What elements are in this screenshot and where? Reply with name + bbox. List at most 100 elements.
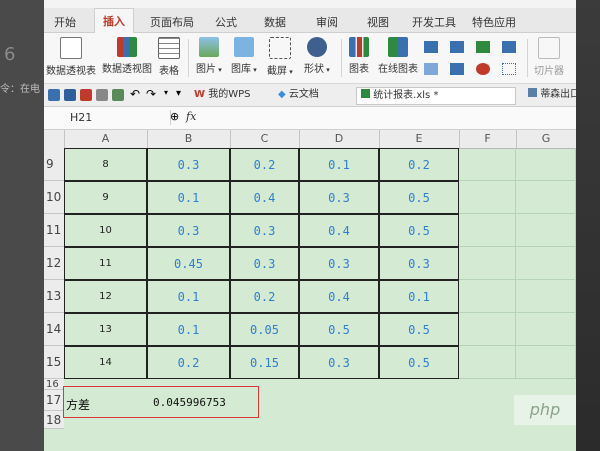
customize-dropdown-icon[interactable]: ▾	[164, 88, 168, 97]
table-cell-d[interactable]: 0.3	[299, 247, 379, 280]
pie-chart-icon[interactable]	[476, 63, 490, 75]
chart-button[interactable]: 图表	[349, 37, 369, 75]
table-cell-f[interactable]	[459, 181, 516, 214]
tab-special[interactable]: 特色应用	[472, 14, 516, 30]
table-cell-d[interactable]: 0.5	[299, 313, 379, 346]
tab-formulas[interactable]: 公式	[215, 14, 237, 30]
variance-label[interactable]: 方差	[66, 396, 90, 413]
table-cell-a[interactable]: 14	[64, 346, 147, 379]
scatter-chart-icon[interactable]	[502, 63, 516, 75]
table-cell-c[interactable]: 0.05	[230, 313, 299, 346]
column-header-a[interactable]: A	[64, 130, 148, 148]
table-cell-d[interactable]: 0.3	[299, 346, 379, 379]
doc-tab-other[interactable]: 蒂森出口	[524, 87, 576, 103]
row-header[interactable]: 14	[44, 313, 64, 346]
formula-input[interactable]	[214, 110, 570, 125]
row-header[interactable]: 17	[44, 390, 64, 411]
table-cell-b[interactable]: 0.1	[147, 313, 230, 346]
doc-tab-cloud[interactable]: ◆ 云文档	[274, 87, 323, 103]
row-header[interactable]: 11	[44, 214, 64, 247]
table-button[interactable]: 表格	[158, 37, 180, 77]
table-cell-c[interactable]: 0.2	[230, 148, 299, 181]
table-cell-f[interactable]	[459, 247, 516, 280]
column-chart-icon[interactable]	[424, 41, 438, 53]
tab-review[interactable]: 审阅	[316, 14, 338, 30]
doc-tab-my-wps[interactable]: W 我的WPS	[190, 87, 254, 103]
slicer-button[interactable]: 切片器	[534, 37, 564, 77]
column-header-b[interactable]: B	[147, 130, 231, 148]
table-cell-d[interactable]: 0.4	[299, 214, 379, 247]
save-icon[interactable]	[64, 89, 76, 101]
online-chart-button[interactable]: 在线图表	[378, 37, 418, 75]
picture-button[interactable]: 图片 ▾	[196, 37, 222, 75]
open-folder-icon[interactable]	[48, 89, 60, 101]
combo-chart-icon[interactable]	[450, 63, 464, 75]
spreadsheet-grid[interactable]: A B C D E F G 9 8 0.3 0.2 0.1 0.2 10 9 0.1 0.4 0.3…	[44, 130, 576, 451]
tab-view[interactable]: 视图	[367, 14, 389, 30]
row-header[interactable]: 10	[44, 181, 64, 214]
tab-data[interactable]: 数据	[264, 14, 286, 30]
row-header[interactable]: 16	[44, 379, 64, 390]
table-cell-f[interactable]	[459, 148, 516, 181]
doc-tab-statistics-report[interactable]: 统计报表.xls *	[356, 87, 516, 105]
table-cell-g[interactable]	[516, 247, 576, 280]
table-cell-b[interactable]: 0.3	[147, 148, 230, 181]
table-cell-g[interactable]	[516, 313, 576, 346]
row-header[interactable]: 13	[44, 280, 64, 313]
table-cell-d[interactable]: 0.4	[299, 280, 379, 313]
row-header[interactable]: 12	[44, 247, 64, 280]
line-chart-icon[interactable]	[476, 41, 490, 53]
row-header[interactable]: 18	[44, 411, 64, 429]
table-cell-b[interactable]: 0.3	[147, 214, 230, 247]
name-box[interactable]: H21	[50, 110, 171, 125]
select-all-corner[interactable]	[44, 130, 65, 148]
table-cell-b[interactable]: 0.1	[147, 280, 230, 313]
screenshot-button[interactable]: 截屏 ▾	[267, 37, 293, 77]
column-header-f[interactable]: F	[459, 130, 517, 148]
table-cell-f[interactable]	[459, 346, 516, 379]
redo-icon[interactable]: ↷	[146, 87, 156, 101]
shapes-button[interactable]: 形状 ▾	[304, 37, 330, 75]
area-chart-icon[interactable]	[502, 41, 516, 53]
row-header[interactable]: 9	[44, 148, 64, 181]
table-cell-a[interactable]: 10	[64, 214, 147, 247]
zoom-icon[interactable]: ⊕	[170, 110, 179, 123]
column-header-d[interactable]: D	[299, 130, 380, 148]
table-cell-c[interactable]: 0.3	[230, 247, 299, 280]
table-cell-a[interactable]: 8	[64, 148, 147, 181]
table-cell-g[interactable]	[516, 181, 576, 214]
table-cell-g[interactable]	[516, 346, 576, 379]
export-pdf-icon[interactable]	[80, 89, 92, 101]
print-icon[interactable]	[96, 89, 108, 101]
table-cell-a[interactable]: 11	[64, 247, 147, 280]
table-cell-f[interactable]	[459, 214, 516, 247]
table-cell-e[interactable]: 0.5	[379, 313, 459, 346]
table-cell-g[interactable]	[516, 214, 576, 247]
table-cell-a[interactable]: 13	[64, 313, 147, 346]
table-cell-g[interactable]	[516, 280, 576, 313]
tab-developer[interactable]: 开发工具	[412, 14, 456, 30]
variance-value[interactable]: 0.045996753	[153, 396, 226, 409]
table-cell-e[interactable]: 0.5	[379, 181, 459, 214]
table-cell-e[interactable]: 0.1	[379, 280, 459, 313]
table-cell-c[interactable]: 0.4	[230, 181, 299, 214]
print-preview-icon[interactable]	[112, 89, 124, 101]
table-cell-a[interactable]: 12	[64, 280, 147, 313]
table-cell-c[interactable]: 0.3	[230, 214, 299, 247]
tab-home[interactable]: 开始	[54, 14, 76, 30]
column-header-c[interactable]: C	[230, 130, 300, 148]
gallery-button[interactable]: 图库 ▾	[231, 37, 257, 75]
pivot-chart-button[interactable]: 数据透视图	[102, 37, 152, 75]
column-header-g[interactable]: G	[516, 130, 576, 148]
table-cell-d[interactable]: 0.1	[299, 148, 379, 181]
table-cell-g[interactable]	[516, 148, 576, 181]
table-cell-f[interactable]	[459, 313, 516, 346]
table-cell-f[interactable]	[459, 280, 516, 313]
stock-chart-icon[interactable]	[424, 63, 438, 75]
pivot-table-button[interactable]: 数据透视表	[46, 37, 96, 77]
table-cell-e[interactable]: 0.2	[379, 148, 459, 181]
table-cell-e[interactable]: 0.5	[379, 346, 459, 379]
table-cell-d[interactable]: 0.3	[299, 181, 379, 214]
table-cell-e[interactable]: 0.5	[379, 214, 459, 247]
fx-icon[interactable]: fx	[186, 110, 196, 123]
